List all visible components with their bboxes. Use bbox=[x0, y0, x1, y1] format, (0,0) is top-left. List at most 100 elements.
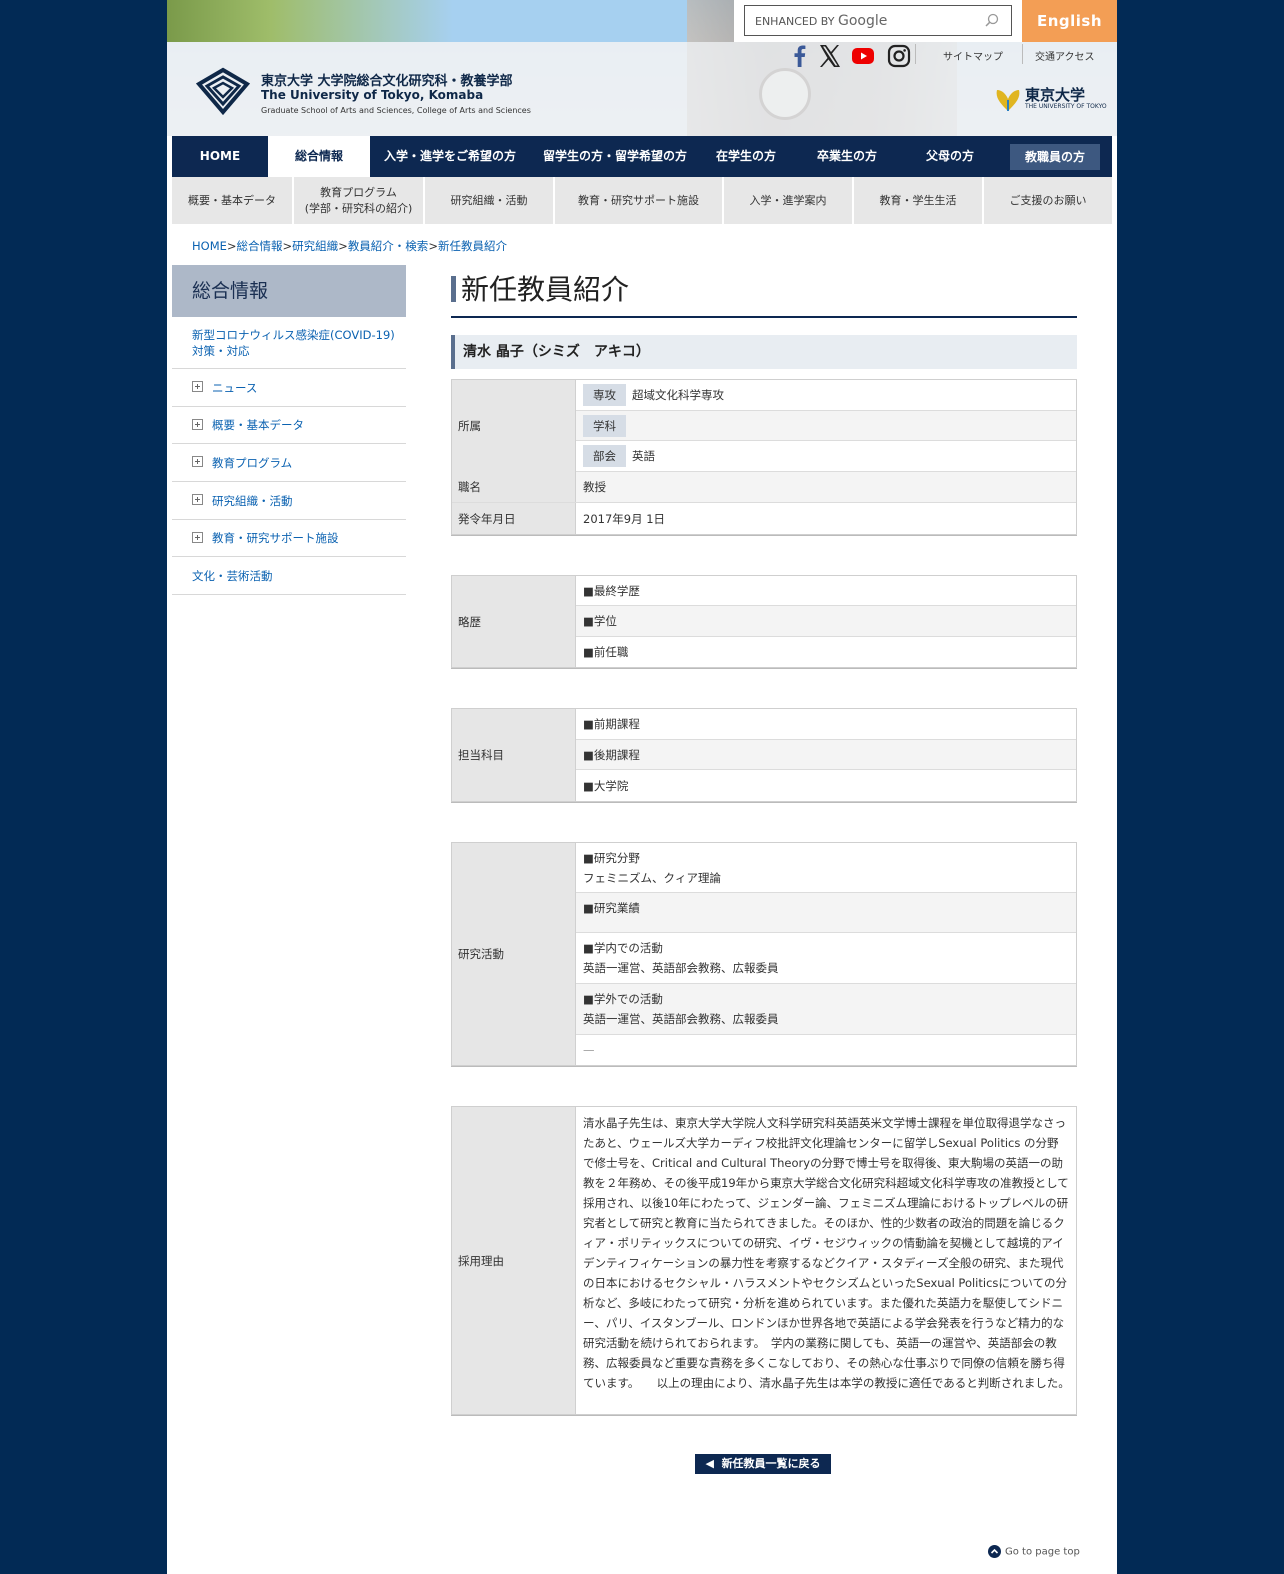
research-field-row: ■研究分野 フェミニズム、クィア理論 bbox=[576, 843, 1076, 893]
career-row: ■学位 bbox=[576, 606, 1076, 637]
sitemap-link[interactable]: サイトマップ bbox=[943, 48, 1003, 63]
expand-icon[interactable] bbox=[192, 494, 203, 505]
sidebar-item-facilities[interactable]: 教育・研究サポート施設 bbox=[172, 520, 406, 557]
affiliation-section-row: 部会 英語 bbox=[576, 441, 1076, 472]
youtube-icon[interactable] bbox=[851, 44, 875, 68]
nav-international[interactable]: 留学生の方・留学希望の方 bbox=[530, 136, 700, 177]
nav-home[interactable]: HOME bbox=[172, 136, 268, 177]
faculty-name: 清水 晶子（シミズ アキコ） bbox=[451, 335, 1077, 369]
sidebar-item-covid[interactable]: 新型コロナウィルス感染症(COVID-19) 対策・対応 bbox=[172, 317, 406, 369]
breadcrumb-faculty-search[interactable]: 教員紹介・検索 bbox=[348, 239, 429, 253]
internal-activities-value: 英語一運営、英語部会教務、広報委員 bbox=[583, 961, 779, 975]
courses-table: 担当科目 ■前期課程 ■後期課程 ■大学院 bbox=[451, 708, 1077, 802]
research-achievements-row: ■研究業績 bbox=[576, 893, 1076, 933]
main-content: 新任教員紹介 清水 晶子（シミズ アキコ） 所属 専攻 超域文化科学専攻 学科 … bbox=[451, 270, 1077, 1415]
reason-label: 採用理由 bbox=[452, 1107, 576, 1414]
research-table: 研究活動 ■研究分野 フェミニズム、クィア理論 ■研究業績 ■学内での活動 英語一運… bbox=[451, 842, 1077, 1066]
search-icon[interactable] bbox=[985, 13, 999, 27]
logo-subtitle: Graduate School of Arts and Sciences, Co… bbox=[261, 106, 531, 115]
x-icon[interactable] bbox=[818, 44, 842, 68]
nav-alumni[interactable]: 卒業生の方 bbox=[792, 136, 902, 177]
site-header: ENHANCED BY Google English サイトマップ 交通アクセス… bbox=[167, 0, 1117, 136]
back-to-list-button[interactable]: ◀ 新任教員一覧に戻る bbox=[695, 1454, 831, 1474]
courses-label: 担当科目 bbox=[452, 709, 576, 801]
sidebar-title: 総合情報 bbox=[172, 265, 406, 317]
position-label: 職名 bbox=[452, 472, 576, 502]
ginkgo-icon bbox=[996, 90, 1020, 111]
career-row: ■最終学歴 bbox=[576, 576, 1076, 606]
date-label: 発令年月日 bbox=[452, 503, 576, 534]
expand-icon[interactable] bbox=[192, 456, 203, 467]
course-row: ■後期課程 bbox=[576, 740, 1076, 770]
site-logo[interactable]: 東京大学 大学院総合文化研究科・教養学部 The University of T… bbox=[195, 66, 531, 119]
subnav-facilities[interactable]: 教育・研究サポート施設 bbox=[555, 177, 724, 224]
global-nav: HOME 総合情報 入学・進学をご希望の方 留学生の方・留学希望の方 在学生の方… bbox=[172, 136, 1112, 177]
page-top-link[interactable]: Go to page top bbox=[988, 1545, 1080, 1558]
sub-nav: 概要・基本データ 教育プログラム (学部・研究科の紹介) 研究組織・活動 教育・… bbox=[172, 177, 1112, 224]
header-photo-trees bbox=[167, 0, 687, 42]
subnav-research[interactable]: 研究組織・活動 bbox=[425, 177, 555, 224]
sidebar-item-culture[interactable]: 文化・芸術活動 bbox=[172, 557, 406, 595]
nav-parents[interactable]: 父母の方 bbox=[902, 136, 998, 177]
breadcrumb: HOME>総合情報>研究組織>教員紹介・検索>新任教員紹介 bbox=[192, 239, 507, 253]
research-field-value: フェミニズム、クィア理論 bbox=[583, 871, 721, 885]
sidebar: 総合情報 新型コロナウィルス感染症(COVID-19) 対策・対応 ニュース 概… bbox=[172, 265, 406, 595]
sidebar-item-research[interactable]: 研究組織・活動 bbox=[172, 482, 406, 520]
nav-faculty[interactable]: 教職員の方 bbox=[1010, 144, 1100, 170]
utokyo-subtitle: THE UNIVERSITY OF TOKYO bbox=[1025, 103, 1107, 110]
chevron-up-icon bbox=[988, 1545, 1001, 1558]
career-row: ■前任職 bbox=[583, 645, 629, 659]
instagram-icon[interactable] bbox=[887, 44, 911, 68]
basic-info-table: 所属 専攻 超域文化科学専攻 学科 部会 英語 職名 教授 発令年月日 2017… bbox=[451, 379, 1077, 535]
expand-icon[interactable] bbox=[192, 419, 203, 430]
utokyo-logo[interactable]: 東京大学 THE UNIVERSITY OF TOKYO bbox=[993, 84, 1107, 117]
sidebar-item-overview[interactable]: 概要・基本データ bbox=[172, 407, 406, 444]
affiliation-major-row: 専攻 超域文化科学専攻 bbox=[576, 380, 1076, 411]
subnav-student-life[interactable]: 教育・学生生活 bbox=[854, 177, 984, 224]
subnav-education[interactable]: 教育プログラム (学部・研究科の紹介) bbox=[294, 177, 425, 224]
nav-general-info[interactable]: 総合情報 bbox=[268, 136, 370, 177]
external-activities-value: 英語一運営、英語部会教務、広報委員 bbox=[583, 1012, 779, 1026]
breadcrumb-home[interactable]: HOME bbox=[192, 239, 227, 253]
section-tag: 部会 bbox=[583, 445, 626, 467]
expand-icon[interactable] bbox=[192, 532, 203, 543]
affiliation-dept-row: 学科 bbox=[576, 411, 1076, 441]
breadcrumb-current[interactable]: 新任教員紹介 bbox=[438, 239, 507, 253]
external-activities-row: ■学外での活動 英語一運営、英語部会教務、広報委員 bbox=[576, 984, 1076, 1035]
search-box[interactable]: ENHANCED BY Google bbox=[744, 5, 1012, 36]
sidebar-item-education[interactable]: 教育プログラム bbox=[172, 444, 406, 482]
komaba-logo-icon bbox=[195, 67, 251, 116]
facebook-icon[interactable] bbox=[788, 44, 812, 68]
nav-students[interactable]: 在学生の方 bbox=[700, 136, 792, 177]
major-tag: 専攻 bbox=[583, 384, 626, 406]
logo-english: The University of Tokyo, Komaba bbox=[261, 88, 484, 102]
expand-icon[interactable] bbox=[192, 381, 203, 392]
affiliation-label: 所属 bbox=[452, 380, 576, 472]
subnav-overview[interactable]: 概要・基本データ bbox=[172, 177, 294, 224]
page-title: 新任教員紹介 bbox=[451, 270, 1077, 318]
reason-table: 採用理由 清水晶子先生は、東京大学大学院人文科学研究科英語英米文学博士課程を単位… bbox=[451, 1106, 1077, 1415]
position-value: 教授 bbox=[583, 480, 606, 494]
research-other-row: — bbox=[583, 1043, 595, 1057]
sidebar-item-news[interactable]: ニュース bbox=[172, 369, 406, 407]
nav-admission[interactable]: 入学・進学をご希望の方 bbox=[370, 136, 530, 177]
utokyo-title: 東京大学 bbox=[1025, 86, 1086, 104]
subnav-support[interactable]: ご支援のお願い bbox=[984, 177, 1112, 224]
section-value: 英語 bbox=[632, 449, 655, 463]
course-row: ■大学院 bbox=[583, 778, 629, 793]
internal-activities-row: ■学内での活動 英語一運営、英語部会教務、広報委員 bbox=[576, 933, 1076, 984]
research-label: 研究活動 bbox=[452, 843, 576, 1065]
career-label: 略歴 bbox=[452, 576, 576, 667]
access-link[interactable]: 交通アクセス bbox=[1035, 48, 1095, 63]
course-row: ■前期課程 bbox=[576, 709, 1076, 740]
english-link[interactable]: English bbox=[1022, 0, 1117, 42]
logo-japanese: 東京大学 大学院総合文化研究科・教養学部 bbox=[261, 74, 513, 89]
career-table: 略歴 ■最終学歴 ■学位 ■前任職 bbox=[451, 575, 1077, 668]
breadcrumb-research-org[interactable]: 研究組織 bbox=[292, 239, 338, 253]
page-container: ENHANCED BY Google English サイトマップ 交通アクセス… bbox=[167, 0, 1117, 1574]
breadcrumb-general[interactable]: 総合情報 bbox=[237, 239, 283, 253]
major-value: 超域文化科学専攻 bbox=[632, 388, 724, 402]
reason-text: 清水晶子先生は、東京大学大学院人文科学研究科英語英米文学博士課程を単位取得退学な… bbox=[583, 1116, 1070, 1390]
dept-tag: 学科 bbox=[583, 414, 626, 437]
subnav-admission-guide[interactable]: 入学・進学案内 bbox=[724, 177, 854, 224]
